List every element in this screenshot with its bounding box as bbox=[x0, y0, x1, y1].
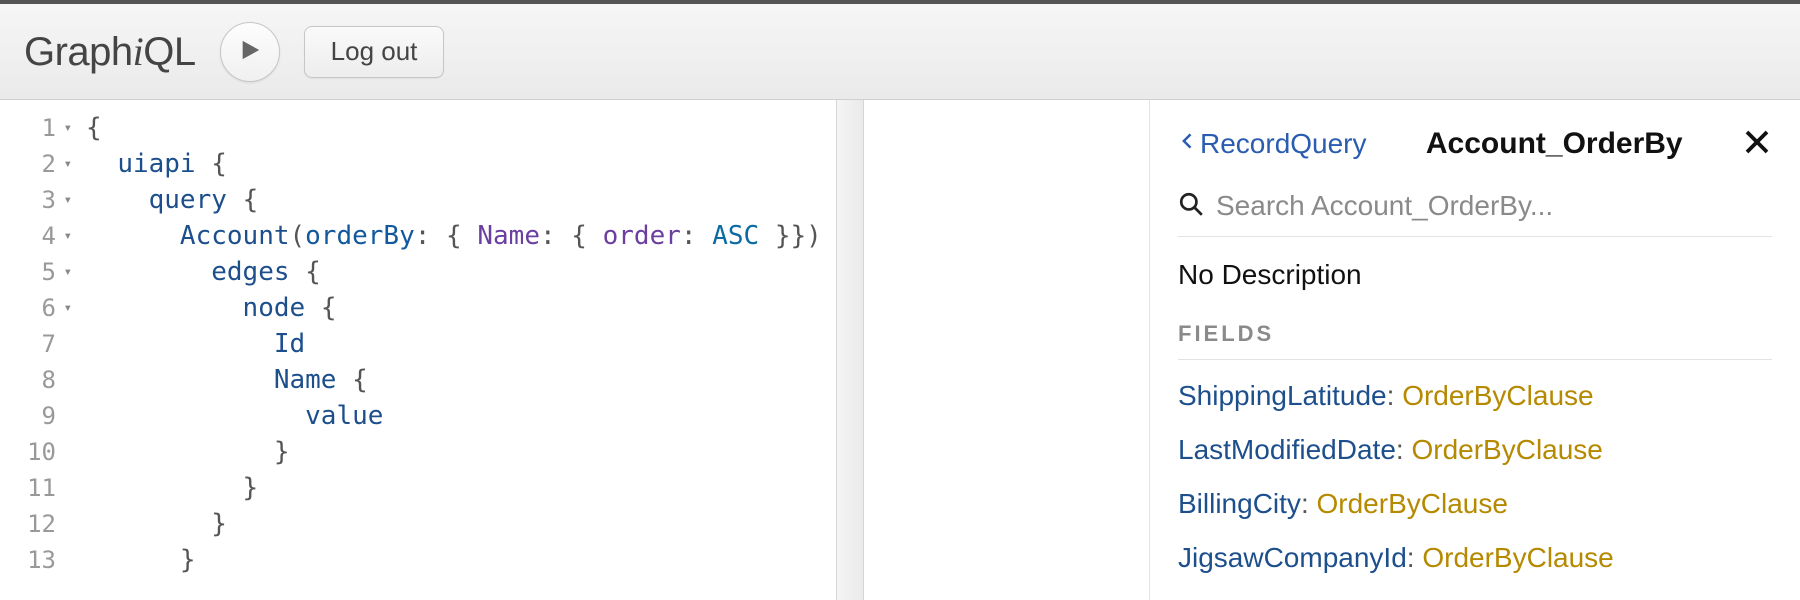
field-colon: : bbox=[1301, 488, 1317, 519]
docs-field-item[interactable]: JigsawCompanyId: OrderByClause bbox=[1178, 542, 1772, 574]
execute-button[interactable] bbox=[220, 22, 280, 82]
code-line[interactable]: node { bbox=[86, 290, 837, 326]
fold-toggle-icon[interactable]: ▾ bbox=[60, 290, 72, 326]
line-number: 11 bbox=[0, 470, 80, 506]
docs-title: Account_OrderBy bbox=[1367, 127, 1742, 161]
search-icon bbox=[1178, 191, 1204, 222]
docs-search bbox=[1178, 180, 1772, 237]
editor-code[interactable]: { uiapi { query { Account(orderBy: { Nam… bbox=[80, 100, 849, 600]
line-number: 8 bbox=[0, 362, 80, 398]
result-pane bbox=[850, 100, 1150, 600]
docs-search-input[interactable] bbox=[1216, 190, 1772, 222]
line-number: 3▾ bbox=[0, 182, 80, 218]
docs-field-item[interactable]: BillingCity: OrderByClause bbox=[1178, 488, 1772, 520]
fold-toggle-icon[interactable]: ▾ bbox=[60, 182, 72, 218]
field-name: ShippingLatitude bbox=[1178, 380, 1387, 411]
code-line[interactable]: { bbox=[86, 110, 837, 146]
field-type[interactable]: OrderByClause bbox=[1402, 380, 1593, 411]
field-colon: : bbox=[1407, 542, 1423, 573]
app-logo: GraphiQL bbox=[24, 28, 196, 75]
play-icon bbox=[239, 37, 261, 66]
pane-resize-handle[interactable] bbox=[836, 100, 864, 600]
close-icon bbox=[1742, 144, 1772, 161]
field-colon: : bbox=[1387, 380, 1403, 411]
fold-toggle-icon[interactable]: ▾ bbox=[60, 218, 72, 254]
docs-no-description: No Description bbox=[1178, 237, 1772, 321]
code-line[interactable]: edges { bbox=[86, 254, 837, 290]
docs-header: RecordQuery Account_OrderBy bbox=[1178, 112, 1772, 176]
field-type[interactable]: OrderByClause bbox=[1422, 542, 1613, 573]
docs-fields-heading: FIELDS bbox=[1178, 321, 1772, 360]
field-name: JigsawCompanyId bbox=[1178, 542, 1407, 573]
field-colon: : bbox=[1396, 434, 1412, 465]
code-line[interactable]: query { bbox=[86, 182, 837, 218]
line-number: 1▾ bbox=[0, 110, 80, 146]
query-editor[interactable]: 1▾2▾3▾4▾5▾6▾78910111213 { uiapi { query … bbox=[0, 100, 850, 600]
code-line[interactable]: Account(orderBy: { Name: { order: ASC }}… bbox=[86, 218, 837, 254]
code-line[interactable]: } bbox=[86, 506, 837, 542]
line-number: 5▾ bbox=[0, 254, 80, 290]
code-line[interactable]: uiapi { bbox=[86, 146, 837, 182]
logout-button[interactable]: Log out bbox=[304, 26, 445, 78]
editor-gutter: 1▾2▾3▾4▾5▾6▾78910111213 bbox=[0, 100, 80, 600]
line-number: 2▾ bbox=[0, 146, 80, 182]
fold-toggle-icon[interactable]: ▾ bbox=[60, 110, 72, 146]
docs-field-list: ShippingLatitude: OrderByClauseLastModif… bbox=[1178, 360, 1772, 574]
logo-i: i bbox=[133, 29, 144, 74]
line-number: 9 bbox=[0, 398, 80, 434]
field-type[interactable]: OrderByClause bbox=[1317, 488, 1508, 519]
logo-prefix: Graph bbox=[24, 30, 133, 74]
code-line[interactable]: Name { bbox=[86, 362, 837, 398]
code-line[interactable]: } bbox=[86, 542, 837, 578]
field-name: BillingCity bbox=[1178, 488, 1301, 519]
line-number: 7 bbox=[0, 326, 80, 362]
docs-field-item[interactable]: LastModifiedDate: OrderByClause bbox=[1178, 434, 1772, 466]
field-name: LastModifiedDate bbox=[1178, 434, 1396, 465]
code-line[interactable]: } bbox=[86, 470, 837, 506]
code-line[interactable]: } bbox=[86, 434, 837, 470]
logo-suffix: QL bbox=[143, 30, 195, 74]
line-number: 13 bbox=[0, 542, 80, 578]
docs-panel: RecordQuery Account_OrderBy No Descripti… bbox=[1150, 100, 1800, 600]
line-number: 4▾ bbox=[0, 218, 80, 254]
fold-toggle-icon[interactable]: ▾ bbox=[60, 146, 72, 182]
docs-back-label: RecordQuery bbox=[1200, 128, 1367, 160]
docs-field-item[interactable]: ShippingLatitude: OrderByClause bbox=[1178, 380, 1772, 412]
chevron-left-icon bbox=[1178, 127, 1198, 162]
toolbar: GraphiQL Log out bbox=[0, 4, 1800, 100]
fold-toggle-icon[interactable]: ▾ bbox=[60, 254, 72, 290]
docs-back-link[interactable]: RecordQuery bbox=[1178, 127, 1367, 162]
field-type[interactable]: OrderByClause bbox=[1411, 434, 1602, 465]
line-number: 10 bbox=[0, 434, 80, 470]
main-area: 1▾2▾3▾4▾5▾6▾78910111213 { uiapi { query … bbox=[0, 100, 1800, 600]
code-line[interactable]: value bbox=[86, 398, 837, 434]
line-number: 6▾ bbox=[0, 290, 80, 326]
code-line[interactable]: Id bbox=[86, 326, 837, 362]
line-number: 12 bbox=[0, 506, 80, 542]
docs-close-button[interactable] bbox=[1742, 127, 1772, 162]
